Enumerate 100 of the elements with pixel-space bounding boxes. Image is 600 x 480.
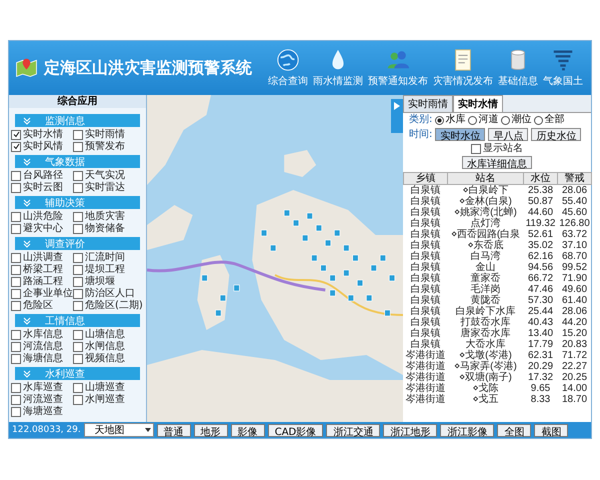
checkbox-item[interactable]: 实时雷达 <box>73 182 145 193</box>
checkbox[interactable] <box>73 142 83 152</box>
checkbox[interactable] <box>11 276 21 286</box>
time-label: 时间: <box>409 128 432 140</box>
map-button[interactable]: 截图 <box>534 424 568 436</box>
nav-button[interactable]: 基础信息 <box>496 48 540 88</box>
checkbox[interactable] <box>11 130 21 140</box>
checkbox-item[interactable]: 实时雨情 <box>73 129 145 140</box>
checkbox-item[interactable]: 地质灾害 <box>73 211 145 222</box>
checkbox[interactable] <box>73 130 83 140</box>
checkbox-item[interactable]: 堤坝工程 <box>73 264 145 275</box>
checkbox-item[interactable]: 路涵工程 <box>11 276 73 287</box>
table-cell-text: 71.72 <box>560 350 588 361</box>
checkbox[interactable] <box>11 342 21 352</box>
checkbox-item[interactable]: 显示站名 <box>471 143 523 154</box>
checkbox-item[interactable]: 河流信息 <box>11 341 73 352</box>
checkbox-item[interactable]: 水库巡查 <box>11 382 73 393</box>
checkbox-item[interactable]: 实时水情 <box>11 129 73 140</box>
panel-toggle-button[interactable] <box>391 99 403 133</box>
nav-button[interactable]: 预警通知发布 <box>366 48 430 88</box>
checkbox[interactable] <box>11 382 21 392</box>
map-button[interactable]: CAD影像 <box>268 424 324 436</box>
checkbox-item[interactable]: 山塘巡查 <box>73 382 145 393</box>
radio-option[interactable]: 河道 <box>468 114 498 126</box>
checkbox[interactable] <box>73 224 83 234</box>
checkbox-item[interactable]: 危险区(二期) <box>73 300 145 311</box>
map-button[interactable]: 浙江地形 <box>383 424 438 436</box>
checkbox-item[interactable]: 防治区人口 <box>73 288 145 299</box>
checkbox[interactable] <box>471 144 481 154</box>
table-cell-text: 白泉镇 <box>410 207 442 218</box>
checkbox[interactable] <box>73 300 83 310</box>
checkbox[interactable] <box>73 170 83 180</box>
time-button[interactable]: 实时水位 <box>435 128 486 141</box>
nav-button[interactable]: 灾害情况发布 <box>431 48 495 88</box>
map-button[interactable]: 地形 <box>194 424 228 436</box>
checkbox-item[interactable]: 实时云图 <box>11 182 73 193</box>
checkbox[interactable] <box>11 142 21 152</box>
checkbox[interactable] <box>11 394 21 404</box>
checkbox-item[interactable]: 桥梁工程 <box>11 264 73 275</box>
checkbox-item[interactable]: 水库信息 <box>11 329 73 340</box>
nav-button[interactable]: 气象国土 <box>541 48 585 88</box>
radio-option[interactable]: 全部 <box>534 114 564 126</box>
checkbox[interactable] <box>73 252 83 262</box>
checkbox-item[interactable]: 物资储备 <box>73 223 145 234</box>
checkbox-item[interactable]: 汇流时间 <box>73 252 145 263</box>
checkbox-item[interactable]: 水闸信息 <box>73 341 145 352</box>
checkbox[interactable] <box>73 288 83 298</box>
radio-option[interactable]: 水库 <box>435 114 466 126</box>
checkbox[interactable] <box>73 394 83 404</box>
time-button[interactable]: 早八点 <box>488 128 528 141</box>
checkbox-item[interactable]: 避灾中心 <box>11 223 73 234</box>
table-cell-text: 岑港街道 <box>404 350 446 361</box>
checkbox[interactable] <box>73 342 83 352</box>
checkbox-item[interactable]: 河流巡查 <box>11 394 73 405</box>
tab[interactable]: 实时雨情 <box>403 95 453 112</box>
time-button[interactable]: 历史水位 <box>531 128 582 141</box>
map-select[interactable]: 天地图 <box>84 423 154 437</box>
checkbox-item[interactable]: 山洪危险 <box>11 211 73 222</box>
checkbox-item[interactable]: 危险区 <box>11 300 73 311</box>
checkbox[interactable] <box>73 382 83 392</box>
checkbox-item[interactable]: 企事业单位 <box>11 288 73 299</box>
checkbox[interactable] <box>73 276 83 286</box>
checkbox[interactable] <box>73 182 83 192</box>
checkbox-item[interactable]: 台风路径 <box>11 170 73 181</box>
checkbox-item[interactable]: 实时风情 <box>11 141 73 152</box>
checkbox-item[interactable]: 视频信息 <box>73 353 145 364</box>
nav-button[interactable]: 综合查询 <box>266 48 310 88</box>
checkbox-item[interactable]: 天气实况 <box>73 170 145 181</box>
checkbox-item[interactable]: 山洪调查 <box>11 252 73 263</box>
checkbox[interactable] <box>11 264 21 274</box>
checkbox[interactable] <box>11 182 21 192</box>
map-button[interactable]: 影像 <box>230 424 265 436</box>
checkbox[interactable] <box>73 354 83 364</box>
checkbox[interactable] <box>11 224 21 234</box>
checkbox[interactable] <box>73 212 83 222</box>
checkbox[interactable] <box>73 264 83 274</box>
checkbox[interactable] <box>11 288 21 298</box>
checkbox-item[interactable]: 海塘信息 <box>11 353 73 364</box>
tab[interactable]: 实时水情 <box>453 95 503 112</box>
checkbox-item[interactable]: 塘坝堰 <box>73 276 145 287</box>
checkbox-item[interactable]: 山塘信息 <box>73 329 145 340</box>
checkbox[interactable] <box>11 300 21 310</box>
map-button[interactable]: 全图 <box>497 424 532 436</box>
checkbox[interactable] <box>11 212 21 222</box>
checkbox[interactable] <box>11 330 21 340</box>
checkbox-item[interactable]: 海塘巡查 <box>11 406 73 417</box>
checkbox-item[interactable]: 预警发布 <box>73 141 145 152</box>
checkbox[interactable] <box>11 252 21 262</box>
nav-button[interactable]: 雨水情监测 <box>311 48 365 88</box>
checkbox[interactable] <box>11 406 21 416</box>
map-button[interactable]: 浙江交通 <box>326 424 380 436</box>
map-button[interactable]: 浙江影像 <box>440 424 494 436</box>
checkbox[interactable] <box>11 354 21 364</box>
table-cell-text: 52.61 <box>526 229 554 240</box>
checkbox[interactable] <box>11 170 21 180</box>
radio-option[interactable]: 潮位 <box>501 114 532 126</box>
checkbox[interactable] <box>73 330 83 340</box>
map-button[interactable]: 普通 <box>156 424 191 436</box>
detail-button[interactable]: 水库详细信息 <box>462 156 532 169</box>
checkbox-item[interactable]: 水闸巡查 <box>73 394 145 405</box>
